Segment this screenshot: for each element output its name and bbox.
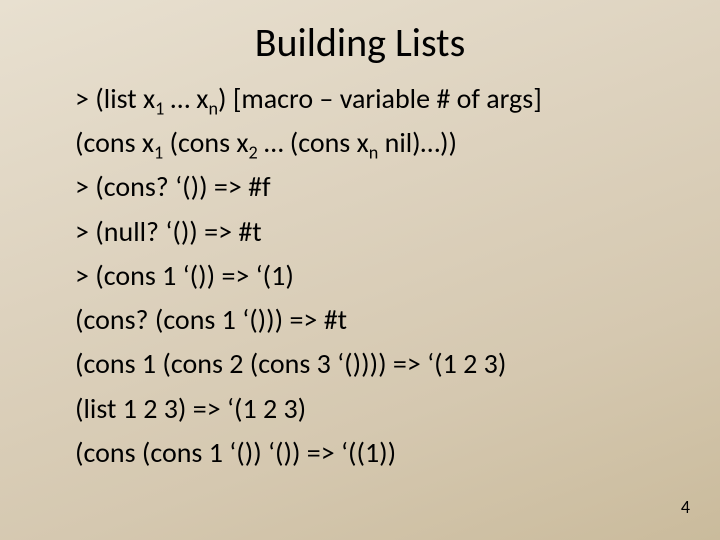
line-1: > (list x1 … xn) [macro – variable # of … xyxy=(75,77,660,121)
text: nil)…)) xyxy=(378,125,457,160)
slide-title: Building Lists xyxy=(0,0,720,77)
page-number: 4 xyxy=(681,496,690,518)
text: ) [macro – variable # of args] xyxy=(218,81,542,116)
text: … x xyxy=(164,81,208,116)
text: (cons x xyxy=(75,125,154,160)
subscript: n xyxy=(208,98,218,120)
text: (cons x xyxy=(163,125,248,160)
subscript: 1 xyxy=(155,98,164,120)
text: … (cons x xyxy=(258,125,369,160)
subscript: 1 xyxy=(154,142,163,164)
line-8: (list 1 2 3) => ‘(1 2 3) xyxy=(75,387,660,431)
line-4: > (null? ‘()) => #t xyxy=(75,210,660,254)
line-6: (cons? (cons 1 ‘())) => #t xyxy=(75,298,660,342)
subscript: n xyxy=(369,142,379,164)
subscript: 2 xyxy=(249,142,258,164)
line-5: > (cons 1 ‘()) => ‘(1) xyxy=(75,254,660,298)
slide-body: > (list x1 … xn) [macro – variable # of … xyxy=(0,77,720,475)
line-2: (cons x1 (cons x2 … (cons xn nil)…)) xyxy=(75,121,660,165)
line-9: (cons (cons 1 ‘()) ‘()) => ‘((1)) xyxy=(75,431,660,475)
line-7: (cons 1 (cons 2 (cons 3 ‘()))) => ‘(1 2 … xyxy=(75,342,660,386)
line-3: > (cons? ‘()) => #f xyxy=(75,165,660,209)
text: > (list x xyxy=(75,81,155,116)
